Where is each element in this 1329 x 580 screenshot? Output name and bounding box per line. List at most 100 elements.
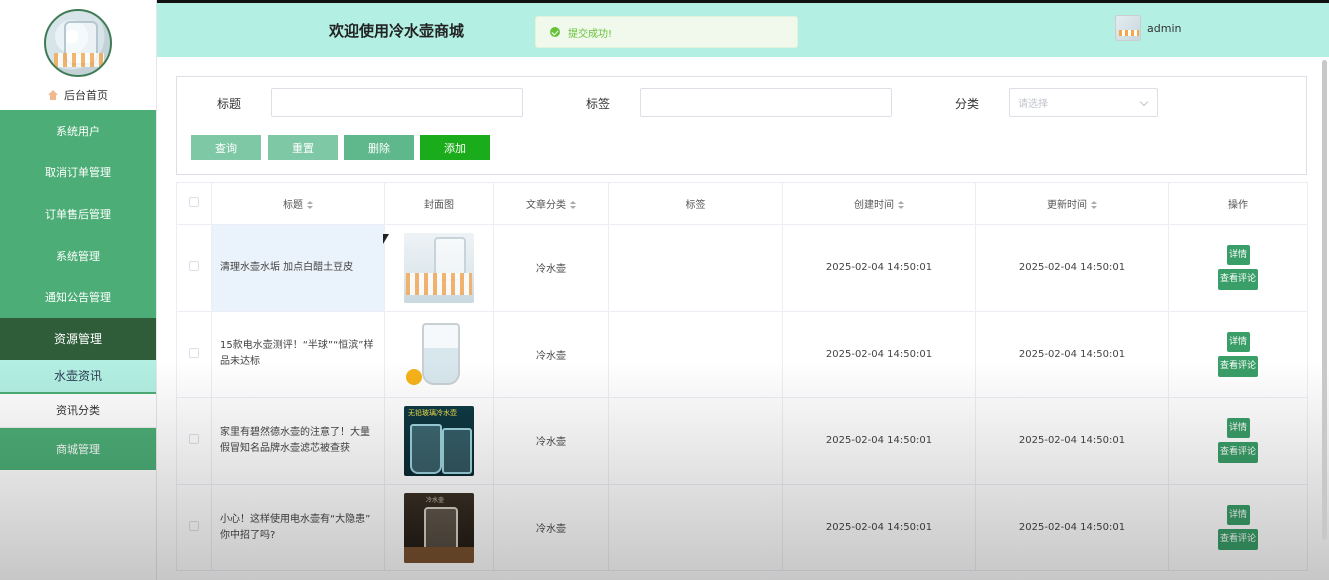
row-checkbox[interactable]: [189, 434, 199, 445]
column-header-tag: 标签: [608, 182, 783, 225]
view-comments-button[interactable]: 查看评论: [1218, 442, 1258, 464]
site-title: 欢迎使用冷水壶商城: [329, 22, 465, 40]
row-tag: [608, 397, 783, 485]
news-table: 标题 封面图 文章分类 标签 创建时间 更新时间 操作 清理水壶水垢 加点白醋土…: [176, 182, 1308, 572]
username[interactable]: admin: [1147, 22, 1181, 35]
cover-image-caption: 无铅玻璃冷水壶: [408, 408, 457, 417]
sidebar-item-cancel-orders[interactable]: 取消订单管理: [0, 151, 156, 194]
column-header-category[interactable]: 文章分类: [493, 182, 609, 225]
column-tag-label: 标签: [685, 200, 706, 211]
success-toast: 提交成功!: [535, 16, 798, 48]
category-field-label: 分类: [955, 97, 980, 111]
sidebar-item-mall-management[interactable]: 商城管理: [0, 427, 156, 470]
toast-message: 提交成功!: [568, 28, 613, 40]
sort-icon[interactable]: [307, 200, 313, 210]
sort-icon[interactable]: [1091, 200, 1097, 210]
detail-button[interactable]: 详情: [1226, 505, 1250, 526]
cover-image-caption: 冷水壶: [426, 496, 445, 504]
row-category: 冷水壶: [493, 397, 609, 485]
site-logo-avatar: [44, 9, 112, 77]
view-comments-button[interactable]: 查看评论: [1218, 355, 1258, 377]
table-row[interactable]: 小心！这样使用电水壶有“大隐患” 你中招了吗? 冷水壶 冷水壶 2025-02-…: [176, 483, 1308, 572]
select-all-cell: [176, 182, 212, 225]
view-comments-button[interactable]: 查看评论: [1218, 269, 1258, 291]
cover-image: [404, 319, 474, 390]
row-actions: 详情 查看评论: [1168, 483, 1308, 572]
row-updated: 2025-02-04 14:50:01: [975, 310, 1169, 399]
sort-icon[interactable]: [898, 200, 904, 210]
sidebar-avatar-area: [0, 0, 156, 80]
sort-icon[interactable]: [570, 200, 576, 210]
query-button[interactable]: 查询: [191, 135, 261, 160]
add-button[interactable]: 添加: [420, 135, 490, 160]
delete-button[interactable]: 删除: [344, 135, 414, 160]
table-row[interactable]: 家里有碧然德水壶的注意了！大量假冒知名品牌水壶滤芯被查获 无铅玻璃冷水壶 冷水壶…: [176, 397, 1308, 485]
reset-button[interactable]: 重置: [268, 135, 338, 160]
row-title: 清理水壶水垢 加点白醋土豆皮: [211, 224, 385, 312]
sidebar-item-label: 取消订单管理: [45, 166, 111, 180]
page-scrollbar[interactable]: [1322, 60, 1327, 540]
cover-image: [404, 232, 474, 303]
table-row[interactable]: 15款电水壶测评！“半球”“恒滨”样品未达标 冷水壶 2025-02-04 14…: [176, 310, 1308, 399]
row-cover-cell: 无铅玻璃冷水壶: [384, 397, 494, 485]
row-title: 小心！这样使用电水壶有“大隐患” 你中招了吗?: [211, 483, 385, 572]
detail-button[interactable]: 详情: [1226, 331, 1250, 352]
sidebar-subitem-news-category[interactable]: 资讯分类: [0, 393, 156, 428]
row-checkbox[interactable]: [189, 521, 199, 532]
view-comments-button[interactable]: 查看评论: [1218, 529, 1258, 551]
sidebar-item-announcements[interactable]: 通知公告管理: [0, 276, 156, 318]
detail-button[interactable]: 详情: [1226, 418, 1250, 439]
row-title: 家里有碧然德水壶的注意了！大量假冒知名品牌水壶滤芯被查获: [211, 397, 385, 485]
sidebar-subitem-kettle-news[interactable]: 水壶资讯: [0, 359, 156, 394]
column-cover-label: 封面图: [424, 200, 454, 211]
sidebar-item-after-sales[interactable]: 订单售后管理: [0, 193, 156, 235]
category-select[interactable]: 请选择: [1009, 88, 1158, 117]
sidebar-item-label: 通知公告管理: [45, 291, 111, 305]
column-header-title[interactable]: 标题: [211, 182, 385, 225]
sidebar-item-label: 系统管理: [56, 249, 100, 263]
column-title-label: 标题: [283, 200, 303, 211]
row-actions: 详情 查看评论: [1168, 397, 1308, 485]
sidebar-subitem-label: 水壶资讯: [53, 369, 102, 384]
title-search-input[interactable]: [271, 88, 523, 117]
search-panel: 标题 标签 分类 请选择 查询 重置 删除 添加: [176, 76, 1307, 175]
sidebar-home-link[interactable]: 后台首页: [0, 80, 156, 110]
user-menu[interactable]: admin: [1115, 15, 1181, 41]
tag-search-input[interactable]: [640, 88, 892, 117]
sidebar-subitem-label: 资讯分类: [56, 404, 100, 418]
column-header-created[interactable]: 创建时间: [782, 182, 976, 225]
row-updated: 2025-02-04 14:50:01: [975, 483, 1169, 572]
row-cover-cell: 冷水壶: [384, 483, 494, 572]
select-all-checkbox[interactable]: [189, 197, 199, 207]
row-actions: 详情 查看评论: [1168, 224, 1308, 312]
sidebar-item-resources[interactable]: 资源管理: [0, 317, 156, 360]
title-field-label: 标题: [217, 97, 242, 111]
table-row[interactable]: 清理水壶水垢 加点白醋土豆皮 冷水壶 2025-02-04 14:50:01 2…: [176, 224, 1308, 312]
success-check-icon: [550, 27, 560, 37]
sidebar-item-system-management[interactable]: 系统管理: [0, 234, 156, 277]
sidebar-item-label: 商城管理: [56, 442, 100, 456]
row-created: 2025-02-04 14:50:01: [782, 483, 976, 572]
mouse-cursor-icon: [383, 234, 389, 244]
row-cover-cell: [384, 224, 494, 312]
row-created: 2025-02-04 14:50:01: [782, 397, 976, 485]
sidebar-item-system-users[interactable]: 系统用户: [0, 110, 156, 152]
category-select-placeholder: 请选择: [1018, 99, 1048, 110]
top-header: 欢迎使用冷水壶商城 提交成功! admin: [157, 3, 1329, 57]
row-category: 冷水壶: [493, 310, 609, 399]
row-title: 15款电水壶测评！“半球”“恒滨”样品未达标: [211, 310, 385, 399]
row-checkbox[interactable]: [189, 347, 199, 358]
row-updated: 2025-02-04 14:50:01: [975, 224, 1169, 312]
tag-field-label: 标签: [586, 97, 611, 111]
row-checkbox[interactable]: [189, 261, 199, 272]
column-created-label: 创建时间: [854, 200, 894, 211]
row-category: 冷水壶: [493, 483, 609, 572]
user-avatar[interactable]: [1115, 15, 1141, 41]
row-tag: [608, 483, 783, 572]
row-category: 冷水壶: [493, 224, 609, 312]
detail-button[interactable]: 详情: [1226, 245, 1250, 266]
column-category-label: 文章分类: [526, 200, 566, 211]
column-header-updated[interactable]: 更新时间: [975, 182, 1169, 225]
column-updated-label: 更新时间: [1047, 200, 1087, 211]
column-header-actions: 操作: [1168, 182, 1308, 225]
